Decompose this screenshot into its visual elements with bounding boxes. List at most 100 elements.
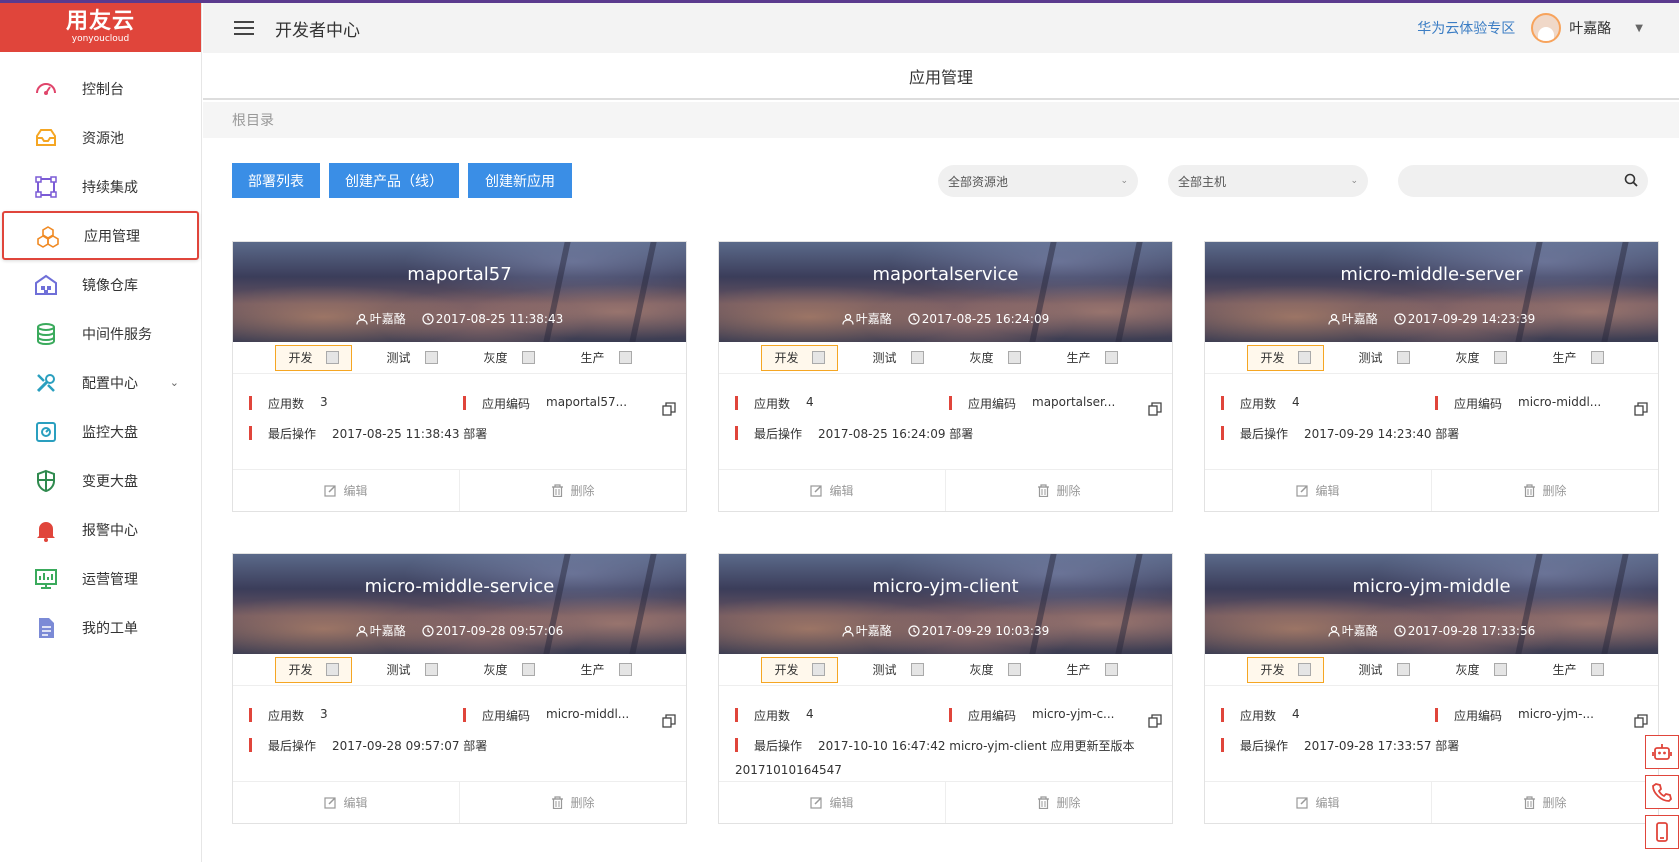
resource-pool-select[interactable]: 全部资源池 ⌄ <box>938 165 1138 197</box>
edit-button[interactable]: 编辑 <box>1205 782 1431 823</box>
env-prod[interactable]: 生产 <box>1055 657 1130 683</box>
env-gray-checkbox[interactable] <box>521 663 535 676</box>
env-prod-checkbox[interactable] <box>618 351 632 364</box>
sidebar-item-resource-pool[interactable]: 资源池 <box>0 113 201 162</box>
env-gray-checkbox[interactable] <box>1493 351 1507 364</box>
card-app-name[interactable]: micro-middle-service <box>233 576 686 597</box>
env-prod[interactable]: 生产 <box>1055 345 1130 371</box>
env-gray-checkbox[interactable] <box>1007 351 1021 364</box>
env-gray-checkbox[interactable] <box>1493 663 1507 676</box>
copy-icon[interactable] <box>662 402 676 416</box>
app-card[interactable]: maportalservice 叶嘉酪 2017-08-25 16:24:09 … <box>718 241 1173 512</box>
edit-button[interactable]: 编辑 <box>233 782 459 823</box>
delete-button[interactable]: 删除 <box>459 782 686 823</box>
card-app-name[interactable]: micro-middle-server <box>1205 264 1658 285</box>
sidebar-item-middleware[interactable]: 中间件服务 <box>0 309 201 358</box>
edit-button[interactable]: 编辑 <box>1205 470 1431 511</box>
app-card[interactable]: maportal57 叶嘉酪 2017-08-25 11:38:43 开发 测试… <box>232 241 687 512</box>
sidebar-item-app-management[interactable]: 应用管理 <box>2 211 199 260</box>
env-prod[interactable]: 生产 <box>569 345 644 371</box>
env-prod[interactable]: 生产 <box>1541 657 1616 683</box>
username[interactable]: 叶嘉酪 <box>1569 18 1611 38</box>
env-dev[interactable]: 开发 <box>275 656 353 683</box>
sidebar-item-change[interactable]: 变更大盘 <box>0 456 201 505</box>
env-dev[interactable]: 开发 <box>1247 656 1325 683</box>
sidebar-item-alarm[interactable]: 报警中心 <box>0 505 201 554</box>
env-dev-checkbox[interactable] <box>326 663 340 676</box>
env-gray-checkbox[interactable] <box>1007 663 1021 676</box>
env-test[interactable]: 测试 <box>860 345 935 371</box>
copy-icon[interactable] <box>1634 402 1648 416</box>
copy-icon[interactable] <box>1634 714 1648 728</box>
env-prod-checkbox[interactable] <box>1104 663 1118 676</box>
create-product-button[interactable]: 创建产品（线） <box>329 163 459 198</box>
edit-button[interactable]: 编辑 <box>719 782 945 823</box>
env-test-checkbox[interactable] <box>910 351 924 364</box>
env-gray-checkbox[interactable] <box>521 351 535 364</box>
phone-contact-button[interactable] <box>1645 775 1679 809</box>
sidebar-item-console[interactable]: 控制台 <box>0 64 201 113</box>
app-card[interactable]: micro-middle-server 叶嘉酪 2017-09-29 14:23… <box>1204 241 1659 512</box>
env-dev-checkbox[interactable] <box>812 663 826 676</box>
env-prod-checkbox[interactable] <box>1590 663 1604 676</box>
env-test-checkbox[interactable] <box>910 663 924 676</box>
env-test[interactable]: 测试 <box>1346 657 1421 683</box>
copy-icon[interactable] <box>1148 714 1162 728</box>
env-dev-checkbox[interactable] <box>1298 663 1312 676</box>
env-gray[interactable]: 灰度 <box>958 657 1033 683</box>
env-dev-checkbox[interactable] <box>812 351 826 364</box>
env-test[interactable]: 测试 <box>1346 345 1421 371</box>
env-dev-checkbox[interactable] <box>326 351 340 364</box>
env-dev[interactable]: 开发 <box>761 344 839 371</box>
host-select[interactable]: 全部主机 ⌄ <box>1168 165 1368 197</box>
env-test-checkbox[interactable] <box>424 351 438 364</box>
env-prod-checkbox[interactable] <box>618 663 632 676</box>
create-app-button[interactable]: 创建新应用 <box>468 163 572 198</box>
robot-assistant-button[interactable] <box>1645 735 1679 769</box>
sidebar-item-config-center[interactable]: 配置中心 ⌄ <box>0 358 201 407</box>
app-card[interactable]: micro-middle-service 叶嘉酪 2017-09-28 09:5… <box>232 553 687 824</box>
edit-button[interactable]: 编辑 <box>719 470 945 511</box>
env-test[interactable]: 测试 <box>374 657 449 683</box>
search-icon[interactable] <box>1624 173 1638 187</box>
card-app-name[interactable]: maportal57 <box>233 264 686 285</box>
env-dev[interactable]: 开发 <box>1247 344 1325 371</box>
env-test[interactable]: 测试 <box>374 345 449 371</box>
env-prod-checkbox[interactable] <box>1590 351 1604 364</box>
sidebar-item-monitor[interactable]: 监控大盘 <box>0 407 201 456</box>
env-gray[interactable]: 灰度 <box>1444 657 1519 683</box>
huawei-cloud-link[interactable]: 华为云体验专区 <box>1417 18 1515 38</box>
env-test-checkbox[interactable] <box>424 663 438 676</box>
deploy-list-button[interactable]: 部署列表 <box>232 163 320 198</box>
edit-button[interactable]: 编辑 <box>233 470 459 511</box>
app-card[interactable]: micro-yjm-middle 叶嘉酪 2017-09-28 17:33:56… <box>1204 553 1659 824</box>
avatar[interactable] <box>1531 13 1562 43</box>
hamburger-menu-icon[interactable] <box>234 21 254 35</box>
delete-button[interactable]: 删除 <box>945 782 1172 823</box>
delete-button[interactable]: 删除 <box>945 470 1172 511</box>
logo[interactable]: 用友云 yonyoucloud <box>0 3 201 52</box>
sidebar-item-ci[interactable]: 持续集成 <box>0 162 201 211</box>
env-gray[interactable]: 灰度 <box>958 345 1033 371</box>
env-test[interactable]: 测试 <box>860 657 935 683</box>
delete-button[interactable]: 删除 <box>1431 470 1658 511</box>
env-prod[interactable]: 生产 <box>1541 345 1616 371</box>
env-prod-checkbox[interactable] <box>1104 351 1118 364</box>
env-dev[interactable]: 开发 <box>761 656 839 683</box>
app-card[interactable]: micro-yjm-client 叶嘉酪 2017-09-29 10:03:39… <box>718 553 1173 824</box>
card-app-name[interactable]: micro-yjm-middle <box>1205 576 1658 597</box>
copy-icon[interactable] <box>662 714 676 728</box>
card-app-name[interactable]: micro-yjm-client <box>719 576 1172 597</box>
delete-button[interactable]: 删除 <box>1431 782 1658 823</box>
env-test-checkbox[interactable] <box>1396 663 1410 676</box>
sidebar-item-image-registry[interactable]: 镜像仓库 <box>0 260 201 309</box>
card-app-name[interactable]: maportalservice <box>719 264 1172 285</box>
sidebar-item-my-tickets[interactable]: 我的工单 <box>0 603 201 652</box>
env-gray[interactable]: 灰度 <box>1444 345 1519 371</box>
env-prod[interactable]: 生产 <box>569 657 644 683</box>
env-test-checkbox[interactable] <box>1396 351 1410 364</box>
copy-icon[interactable] <box>1148 402 1162 416</box>
caret-down-icon[interactable]: ▼ <box>1635 23 1643 34</box>
chevron-down-icon[interactable]: ⌄ <box>170 376 179 389</box>
env-dev-checkbox[interactable] <box>1298 351 1312 364</box>
